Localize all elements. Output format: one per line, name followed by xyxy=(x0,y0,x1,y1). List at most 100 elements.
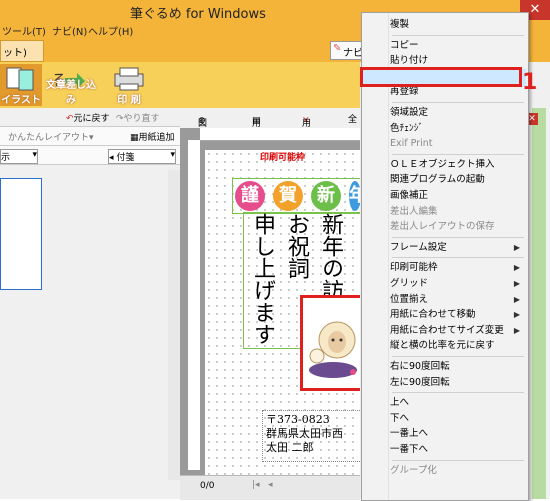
print-button[interactable]: 印 刷 xyxy=(104,64,154,106)
greeting-char-3: 新 xyxy=(311,181,341,211)
vertical-text-col-3: 申し上げます xyxy=(250,213,275,345)
first-page-button[interactable]: |◂ xyxy=(252,480,260,490)
menu-item[interactable]: 色ﾁｪﾝｼﾞ xyxy=(389,121,528,137)
menu-item-label: 貼り付け xyxy=(390,55,429,67)
chevron-left-icon: ◂ xyxy=(109,153,114,163)
display-select[interactable]: 示 ▾ xyxy=(0,149,38,164)
menu-item[interactable]: 画像補正 xyxy=(389,188,528,204)
redo-button[interactable]: ↷やり直す xyxy=(116,111,160,124)
menu-item[interactable]: Exif Print xyxy=(389,136,528,152)
menu-help[interactable]: ヘルプ(H) xyxy=(88,23,133,38)
menu-item[interactable]: 一番下へ xyxy=(389,442,528,458)
illust-button[interactable]: イラスト xyxy=(0,64,42,106)
all-button[interactable]: 全 xyxy=(348,112,357,125)
menu-tool[interactable]: ツール(T) xyxy=(2,23,46,38)
layout-row: かんたんレイアウト▾ ▦用紙追加 xyxy=(0,127,180,146)
navi-button-label: ナビ xyxy=(343,48,363,59)
menu-item-label: グリッド xyxy=(390,278,429,289)
sheep-icon xyxy=(309,321,357,378)
menu-item[interactable]: 上へ xyxy=(389,395,528,411)
submenu-arrow-icon: ▶ xyxy=(513,310,520,320)
redo-icon: ↷ xyxy=(116,114,124,124)
right-green-strip xyxy=(532,108,546,499)
undo-icon: ↶ xyxy=(66,114,74,124)
menu-item[interactable]: 領域設定 xyxy=(389,105,528,121)
menu-separator xyxy=(392,356,524,357)
menu-item-label: グループ化 xyxy=(390,464,437,476)
left-panel: ↶元に戻す ↷やり直す かんたんレイアウト▾ ▦用紙追加 示 ▾ ◂ 付箋 ▾ xyxy=(0,108,180,499)
printer-icon xyxy=(114,67,144,91)
menu-item-label: 差出人レイアウトの保存 xyxy=(390,221,495,233)
greeting-char-1: 謹 xyxy=(235,181,265,211)
menu-item[interactable]: 差出人編集 xyxy=(389,204,528,220)
menu-item[interactable]: コピー xyxy=(389,38,528,54)
chevron-down-icon: ▾ xyxy=(170,150,175,160)
menu-item[interactable]: 用紙に合わせてサイズ変更 ▶ xyxy=(389,323,528,339)
menu-item[interactable]: 右に90度回転 xyxy=(389,359,528,375)
menu-item-label: Exif Print xyxy=(390,138,433,150)
menu-separator xyxy=(392,459,524,461)
menu-item-label: 領域設定 xyxy=(390,107,429,118)
insert-text-button[interactable]: る 文章差し込み xyxy=(42,64,100,106)
ribbon-tab-label: ット) xyxy=(3,48,27,59)
menu-item-label: 再登録 xyxy=(390,86,419,98)
menu-separator xyxy=(392,153,524,155)
menu-item-label: 位置揃え xyxy=(390,293,429,305)
menu-item[interactable]: ＯＬＥオブジェクト挿入 xyxy=(389,157,528,173)
menu-item[interactable]: 左に90度回転 xyxy=(389,375,528,391)
menu-navi[interactable]: ナビ(N) xyxy=(52,23,87,38)
display-select-value: 示 xyxy=(1,153,11,163)
selected-sheep-illustration[interactable] xyxy=(300,295,366,391)
left-toolbar: ↶元に戻す ↷やり直す xyxy=(0,108,180,127)
submenu-arrow-icon: ▶ xyxy=(513,263,520,273)
menu-item[interactable]: 一番上へ xyxy=(389,426,528,442)
menu-item[interactable]: 縦と横の比率を元に戻す xyxy=(389,338,528,354)
edit-toolbar: ⊕図形描画 ▤用紙設定 ✕用紙削除 全 xyxy=(180,108,360,168)
add-page-icon: ▦ xyxy=(130,133,139,143)
greeting-text-box[interactable]: 謹 賀 新 年 xyxy=(232,178,362,214)
menu-separator xyxy=(392,392,524,394)
menu-item[interactable]: グループ化 xyxy=(389,463,528,479)
redo-label: やり直す xyxy=(123,114,160,124)
left-scrollbar[interactable] xyxy=(168,170,180,480)
greeting-char-2: 賀 xyxy=(273,181,303,211)
submenu-arrow-icon: ▶ xyxy=(513,279,520,288)
menu-item[interactable]: 複製 xyxy=(389,17,528,33)
menu-item[interactable]: 下へ xyxy=(389,411,528,427)
menu-item[interactable]: 用紙に合わせて移動 ▶ xyxy=(389,307,528,323)
horizontal-ruler xyxy=(200,128,360,141)
menu-item[interactable]: 位置揃え ▶ xyxy=(389,292,528,308)
fusen-select[interactable]: ◂ 付箋 ▾ xyxy=(108,149,176,164)
add-page-label: 用紙追加 xyxy=(138,133,175,143)
print-label: 印 刷 xyxy=(117,95,141,106)
menu-item[interactable]: グリッド ▶ xyxy=(389,276,528,292)
prev-page-button[interactable]: ◂ xyxy=(268,480,273,490)
illust-icon xyxy=(6,67,34,91)
page-indicator: 0/0 xyxy=(200,481,215,491)
insert-text-label: 文章差し込み xyxy=(46,80,96,106)
ribbon-tab[interactable]: ット) xyxy=(0,40,44,62)
add-page-button[interactable]: ▦用紙追加 xyxy=(130,130,175,143)
menu-item-label: 印刷可能枠 xyxy=(390,262,438,274)
menu-item-label: 用紙に合わせて移動 xyxy=(390,309,476,321)
menu-item-label: 差出人編集 xyxy=(390,205,438,217)
illust-label: イラスト xyxy=(1,95,41,106)
page-thumbnail[interactable] xyxy=(0,178,42,290)
status-bar: 0/0 |◂ ◂ xyxy=(180,475,360,500)
vertical-ruler xyxy=(188,140,200,470)
fusen-select-value: 付箋 xyxy=(116,153,135,163)
submenu-arrow-icon: ▶ xyxy=(513,294,520,304)
menu-item[interactable]: フレーム設定 ▶ xyxy=(389,240,528,256)
menu-item[interactable]: 印刷可能枠 ▶ xyxy=(389,260,528,276)
chevron-down-icon: ▾ xyxy=(32,150,37,160)
undo-button[interactable]: ↶元に戻す xyxy=(66,111,110,124)
menu-item-label: 上へ xyxy=(390,397,410,409)
menu-item-label: 一番下へ xyxy=(390,444,429,455)
menu-separator xyxy=(392,236,524,238)
sender-address-box[interactable]: 〒373-0823 群馬県太田市西 太田 二郎 xyxy=(262,410,362,462)
menu-item[interactable]: 関連プログラムの起動 xyxy=(389,172,528,188)
menu-item-label: 一番上へ xyxy=(390,428,429,440)
easy-layout-button[interactable]: かんたんレイアウト▾ xyxy=(8,130,94,143)
menu-item[interactable]: 差出人レイアウトの保存 xyxy=(389,219,528,235)
menu-item-label: 下へ xyxy=(390,412,410,424)
